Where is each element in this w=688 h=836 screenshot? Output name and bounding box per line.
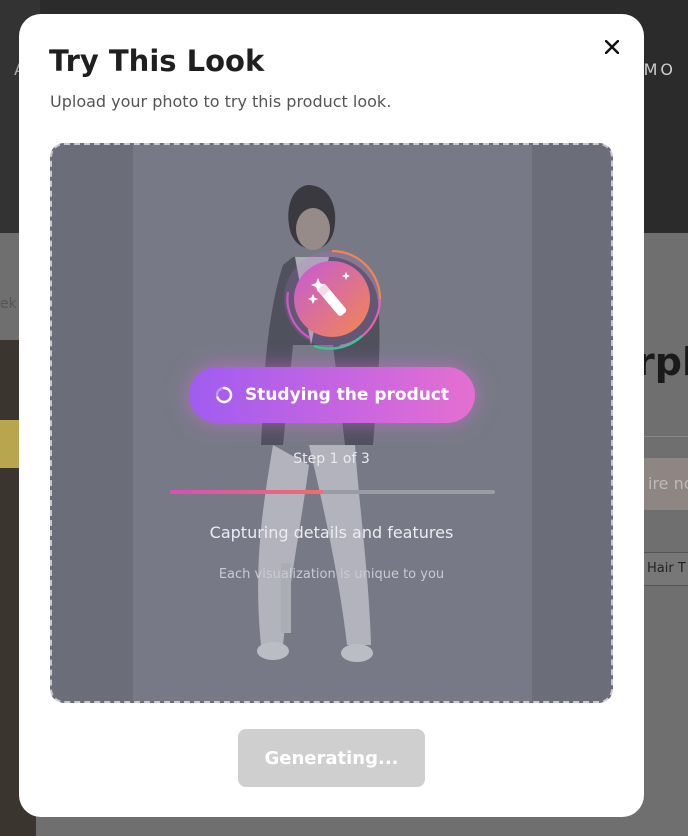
photo-upload-zone[interactable]: Studying the product Step 1 of 3 Capturi… [50,143,613,703]
modal-title: Try This Look [49,44,265,78]
photo-dim-overlay [133,145,532,701]
progress-fill [170,490,323,494]
modal-subtitle: Upload your photo to try this product lo… [50,92,392,111]
step-indicator: Step 1 of 3 [293,451,370,467]
background-button: ire no [640,458,688,510]
magic-wand-icon [284,249,382,350]
generate-button[interactable]: Generating... [238,729,425,787]
try-look-modal: Try This Look Upload your photo to try t… [19,14,644,817]
magic-loader [280,242,384,362]
progress-bar [170,490,495,494]
close-button[interactable] [601,36,623,58]
spinner-icon [215,386,233,404]
status-pill: Studying the product [189,367,475,423]
background-breadcrumb: ek [0,296,17,312]
progress-note: Each visualization is unique to you [218,567,445,582]
uploaded-photo [133,145,532,701]
close-icon [605,40,619,54]
status-label: Studying the product [244,385,450,405]
progress-detail: Capturing details and features [209,523,454,542]
